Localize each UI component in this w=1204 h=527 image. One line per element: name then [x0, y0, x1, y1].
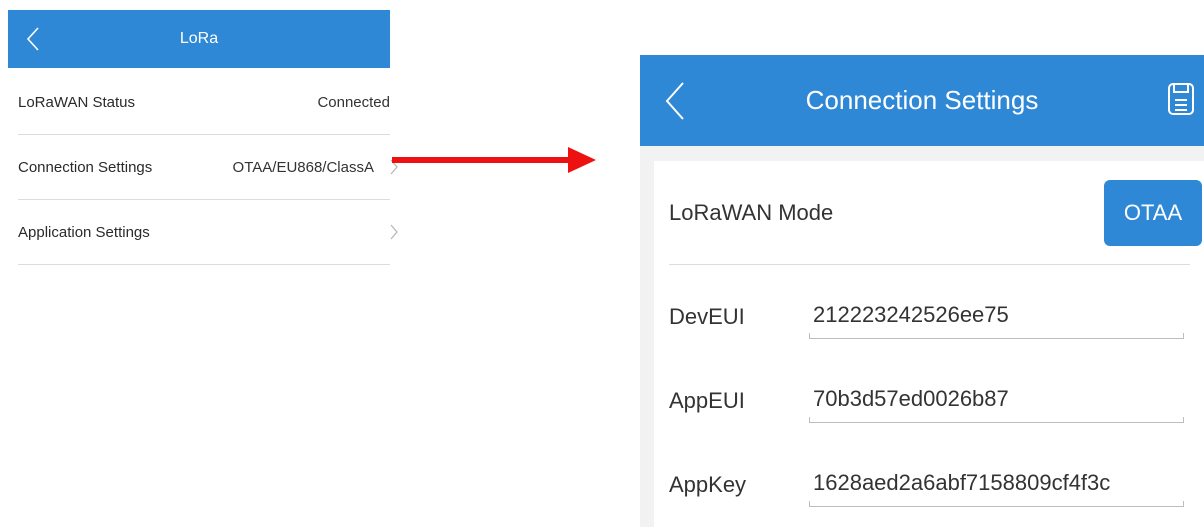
lora-screen: LoRa LoRaWAN Status Connected Connection…	[8, 10, 398, 527]
app-key-row: AppKey	[669, 445, 1204, 525]
chevron-right-icon	[382, 223, 398, 241]
row-label: Connection Settings	[18, 158, 153, 176]
app-key-field-wrapper	[809, 463, 1184, 507]
app-key-label: AppKey	[669, 472, 747, 497]
status-value: Connected	[317, 93, 390, 111]
connection-summary-value: OTAA/EU868/ClassA	[232, 158, 374, 176]
save-button[interactable]	[1164, 79, 1198, 119]
row-label: LoRaWAN Status	[18, 93, 135, 111]
app-eui-row: AppEUI	[669, 361, 1204, 441]
application-settings-row[interactable]: Application Settings	[18, 200, 398, 265]
save-icon	[1168, 83, 1194, 115]
lorawan-mode-label: LoRaWAN Mode	[669, 199, 834, 225]
input-underline	[809, 501, 1184, 507]
dev-eui-field-wrapper	[809, 295, 1184, 339]
app-key-input[interactable]	[809, 463, 1184, 503]
connection-settings-screen: Connection Settings LoRaWAN Mode OTAA De…	[640, 55, 1204, 527]
connection-settings-row[interactable]: Connection Settings OTAA/EU868/ClassA	[18, 135, 398, 200]
arrow-right-icon	[392, 147, 596, 173]
page-title: LoRa	[179, 30, 219, 47]
dev-eui-row: DevEUI	[669, 277, 1204, 357]
lorawan-mode-button[interactable]: OTAA	[1104, 179, 1202, 246]
input-underline	[809, 417, 1184, 423]
app-eui-field-wrapper	[809, 379, 1184, 423]
settings-card: LoRaWAN Mode OTAA DevEUI AppEUI AppKey	[654, 161, 1204, 527]
dev-eui-input[interactable]	[809, 295, 1184, 335]
lora-app-bar: LoRa	[8, 10, 390, 68]
lorawan-status-row: LoRaWAN Status Connected	[18, 70, 390, 135]
page-title: Connection Settings	[805, 85, 1039, 115]
dev-eui-label: DevEUI	[669, 304, 745, 329]
lorawan-mode-row: LoRaWAN Mode OTAA	[669, 161, 1202, 265]
app-eui-input[interactable]	[809, 379, 1184, 419]
connection-settings-app-bar: Connection Settings	[640, 55, 1204, 146]
app-eui-label: AppEUI	[669, 388, 745, 413]
input-underline	[809, 333, 1184, 339]
row-label: Application Settings	[18, 223, 150, 241]
